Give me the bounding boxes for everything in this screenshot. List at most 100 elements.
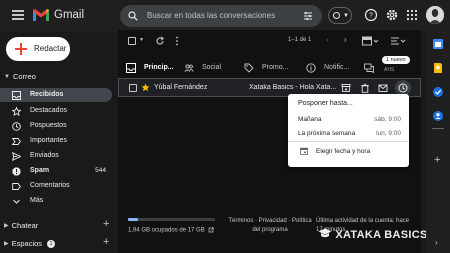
chevron-down-icon: ▼ bbox=[343, 13, 349, 19]
tab-label: Notific... bbox=[324, 64, 350, 71]
compose-label: Redactar bbox=[34, 44, 67, 53]
tab-label: Promo... bbox=[262, 64, 289, 71]
mail-section-toggle[interactable]: ▼ Correo bbox=[4, 72, 36, 81]
snooze-custom-label: Elegir fecha y hora bbox=[316, 148, 371, 155]
inbox-icon bbox=[12, 91, 21, 100]
refresh-icon[interactable] bbox=[155, 36, 165, 46]
compose-button[interactable]: Redactar bbox=[6, 37, 70, 61]
menu-divider bbox=[288, 141, 409, 142]
mark-read-icon[interactable] bbox=[378, 83, 388, 93]
search-bar[interactable]: Buscar en todas las conversaciones bbox=[120, 5, 322, 27]
footer-links[interactable]: Términos · Privacidad · Política del pro… bbox=[224, 217, 316, 235]
get-addons-plus-icon[interactable]: + bbox=[434, 154, 440, 166]
spam-count: 544 bbox=[95, 167, 106, 174]
gmail-logo[interactable]: Gmail bbox=[32, 8, 84, 22]
sidebar-item-label: Comentarios bbox=[30, 182, 70, 189]
new-messages-badge: 1 nuevo bbox=[382, 56, 410, 64]
avatar[interactable] bbox=[426, 6, 444, 24]
main-menu-icon[interactable] bbox=[12, 10, 24, 20]
tab-label: Princip... bbox=[144, 64, 174, 71]
sidebar-item-spam[interactable]: Spam 544 bbox=[0, 164, 112, 178]
snooze-option-time: lun, 9:00 bbox=[376, 130, 401, 137]
sidebar-item-more[interactable]: Más bbox=[0, 194, 112, 208]
spaces-section-label: Espacios bbox=[11, 239, 43, 248]
chat-section-label: Chatear bbox=[11, 221, 39, 230]
sidebar-item-inbox[interactable]: Recibidos bbox=[0, 88, 112, 102]
label-icon bbox=[12, 183, 21, 190]
sidebar-item-label: Pospuestos bbox=[30, 122, 67, 129]
sidebar-item-label: Enviados bbox=[30, 152, 59, 159]
tag-icon bbox=[244, 63, 254, 73]
sidebar-item-label: Importantes bbox=[30, 137, 67, 144]
calendar-app-icon[interactable] bbox=[432, 38, 444, 50]
contacts-app-icon[interactable] bbox=[432, 110, 444, 122]
search-options-icon[interactable] bbox=[303, 11, 313, 21]
email-sender: Yúbal Fernández bbox=[154, 84, 208, 91]
status-indicator-icon bbox=[333, 12, 340, 19]
external-link-icon bbox=[209, 227, 215, 233]
sidebar-item-label: Más bbox=[30, 197, 44, 204]
svg-text:?: ? bbox=[369, 13, 373, 20]
label-important-icon bbox=[12, 138, 21, 145]
top-bar: Gmail Buscar en todas las conversaciones… bbox=[0, 0, 450, 32]
sidebar-item-label: Destacados bbox=[30, 107, 67, 114]
snooze-option-label: Mañana bbox=[298, 116, 322, 123]
app-name: Gmail bbox=[54, 9, 85, 21]
archive-icon[interactable] bbox=[341, 83, 351, 93]
sidebar-item-sent[interactable]: Enviados bbox=[0, 149, 112, 163]
new-chat-plus-icon[interactable]: + bbox=[103, 218, 109, 230]
storage-bar bbox=[128, 218, 215, 221]
snooze-menu-title: Posponer hasta... bbox=[298, 100, 353, 107]
prev-page-icon[interactable]: ‹ bbox=[326, 35, 329, 44]
density-icon[interactable] bbox=[390, 36, 406, 46]
select-all-checkbox[interactable] bbox=[128, 37, 136, 45]
chevron-right-icon[interactable]: › bbox=[435, 238, 438, 247]
spaces-section-toggle[interactable]: ▶ Espacios 1 bbox=[4, 239, 56, 248]
tasks-app-icon[interactable] bbox=[432, 86, 444, 98]
compose-plus-icon bbox=[15, 43, 27, 55]
help-icon[interactable]: ? bbox=[364, 8, 378, 22]
storage-bar-fill bbox=[128, 218, 138, 221]
people-icon bbox=[184, 64, 194, 72]
chevron-right-icon: ▶ bbox=[4, 241, 9, 247]
snooze-option-label: La próxima semana bbox=[298, 130, 356, 137]
clock-icon bbox=[398, 83, 408, 93]
row-checkbox[interactable] bbox=[129, 84, 137, 92]
watermark-text: XATAKA BASICS bbox=[335, 229, 428, 241]
split-pane-icon[interactable] bbox=[362, 36, 378, 46]
search-input[interactable]: Buscar en todas las conversaciones bbox=[147, 11, 275, 20]
chat-section-toggle[interactable]: ▶ Chatear bbox=[4, 221, 38, 230]
gear-icon[interactable] bbox=[385, 8, 399, 22]
sidebar-item-important[interactable]: Importantes bbox=[0, 134, 112, 148]
send-icon bbox=[12, 152, 21, 161]
star-icon bbox=[12, 107, 21, 116]
new-space-plus-icon[interactable]: + bbox=[103, 236, 109, 248]
sidebar-item-starred[interactable]: Destacados bbox=[0, 104, 112, 118]
search-icon[interactable] bbox=[128, 11, 138, 21]
chevron-down-icon[interactable]: ▼ bbox=[139, 37, 144, 43]
side-panel-divider bbox=[432, 128, 444, 129]
star-icon[interactable] bbox=[141, 83, 150, 92]
status-selector[interactable]: ▼ bbox=[328, 7, 352, 24]
delete-icon[interactable] bbox=[360, 83, 370, 93]
snooze-option-time: sáb, 9:00 bbox=[374, 116, 401, 123]
email-subject: Xataka Basics - Hola Xata... bbox=[249, 84, 337, 91]
sidebar-item-comments[interactable]: Comentarios bbox=[0, 179, 112, 193]
more-vert-icon[interactable] bbox=[175, 36, 179, 46]
sidebar-item-label: Recibidos bbox=[30, 91, 64, 98]
next-page-icon[interactable]: › bbox=[344, 35, 347, 44]
sidebar-item-snoozed[interactable]: Pospuestos bbox=[0, 119, 112, 133]
apps-grid-icon[interactable] bbox=[405, 8, 419, 22]
storage-text[interactable]: 1,94 GB ocupados de 17 GB bbox=[128, 227, 215, 234]
forum-icon bbox=[364, 63, 374, 73]
keep-app-icon[interactable] bbox=[432, 62, 444, 74]
chevron-right-icon: ▶ bbox=[4, 223, 9, 229]
graduation-cap-icon bbox=[318, 228, 332, 238]
snooze-menu: Posponer hasta... Mañana sáb, 9:00 La pr… bbox=[288, 94, 409, 167]
chevron-down-icon bbox=[13, 199, 20, 204]
tab-label: Social bbox=[202, 64, 222, 71]
spaces-badge: 1 bbox=[47, 239, 56, 248]
new-messages-sender: AHS bbox=[384, 67, 395, 73]
storage-usage: 1,94 GB ocupados de 17 GB bbox=[128, 227, 205, 234]
user-photo-icon bbox=[426, 6, 444, 24]
